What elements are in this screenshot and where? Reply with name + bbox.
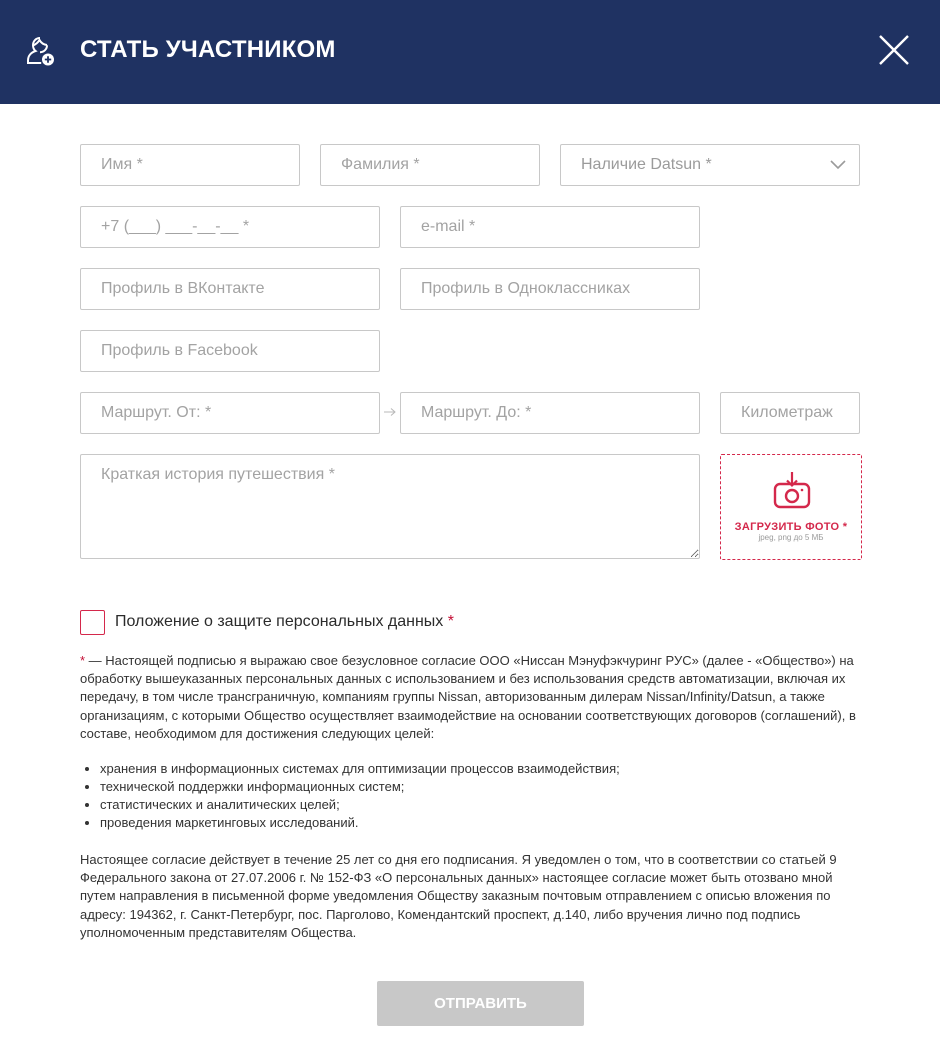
list-item: технической поддержки информационных сис… (100, 778, 865, 796)
legal-outro: Настоящее согласие действует в течение 2… (80, 852, 837, 940)
close-icon[interactable] (878, 34, 910, 66)
datsun-select-value[interactable]: Наличие Datsun * (560, 144, 860, 186)
list-item: статистических и аналитических целей; (100, 796, 865, 814)
camera-upload-icon (773, 472, 811, 509)
route-from-input[interactable] (80, 392, 380, 434)
submit-button[interactable]: ОТПРАВИТЬ (377, 981, 584, 1026)
facebook-profile-input[interactable] (80, 330, 380, 372)
consent-row: Положение о защите персональных данных * (80, 609, 454, 635)
consent-checkbox[interactable] (80, 609, 105, 635)
legal-intro-text: — Настоящей подписью я выражаю свое безу… (80, 653, 856, 741)
trip-story-textarea[interactable] (80, 454, 700, 559)
chevron-down-icon (830, 160, 846, 170)
arrow-right-icon (384, 408, 396, 416)
legal-intro: * — Настоящей подписью я выражаю свое бе… (80, 652, 865, 743)
list-item: хранения в информационных системах для о… (100, 760, 865, 778)
upload-hint: jpeg, png до 5 МБ (758, 533, 824, 542)
consent-label[interactable]: Положение о защите персональных данных * (115, 613, 454, 631)
modal-title: СТАТЬ УЧАСТНИКОМ (80, 36, 336, 63)
purposes-list: хранения в информационных системах для о… (80, 760, 865, 832)
user-add-icon (27, 37, 54, 66)
photo-upload-button[interactable]: ЗАГРУЗИТЬ ФОТО * jpeg, png до 5 МБ (720, 454, 862, 560)
list-item: проведения маркетинговых исследований. (100, 814, 865, 832)
ok-profile-input[interactable] (400, 268, 700, 310)
modal-header: СТАТЬ УЧАСТНИКОМ (0, 0, 940, 104)
datsun-ownership-select[interactable]: Наличие Datsun * (560, 144, 860, 186)
required-mark: * (447, 613, 454, 630)
last-name-input[interactable] (320, 144, 540, 186)
upload-label: ЗАГРУЗИТЬ ФОТО * (734, 521, 848, 533)
first-name-input[interactable] (80, 144, 300, 186)
vk-profile-input[interactable] (80, 268, 380, 310)
mileage-input[interactable] (720, 392, 860, 434)
phone-input[interactable] (80, 206, 380, 248)
email-input[interactable] (400, 206, 700, 248)
route-to-input[interactable] (400, 392, 700, 434)
consent-text: Положение о защите персональных данных (115, 613, 444, 630)
